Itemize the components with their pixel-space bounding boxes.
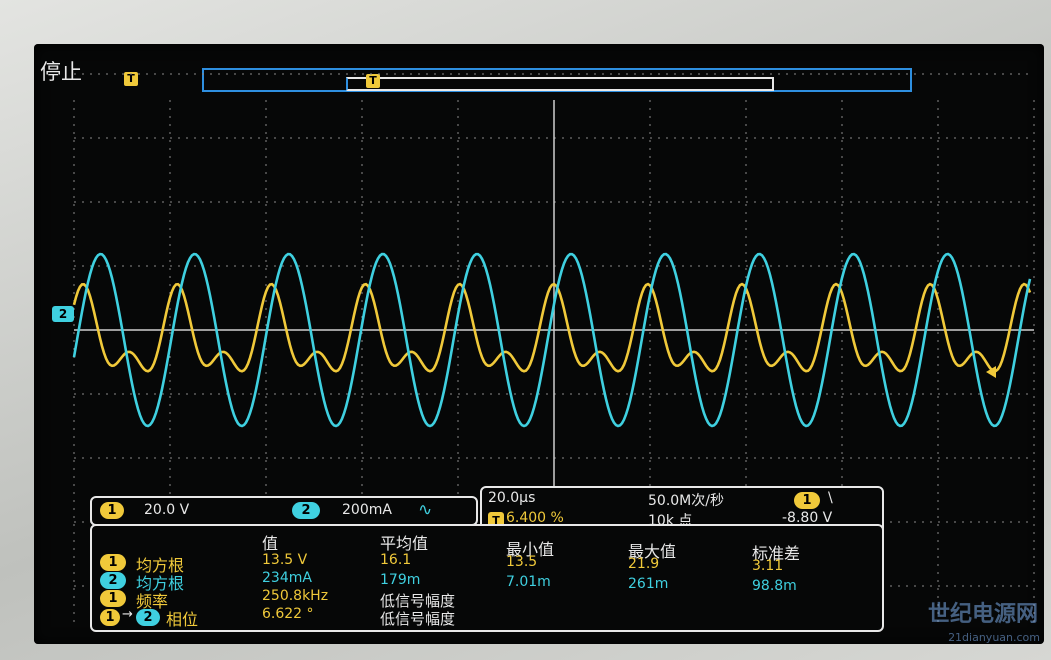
header-value: 值 [262,534,279,553]
row4-label: 相位 [166,610,199,629]
row4-value: 6.622 ° [262,606,314,622]
ch1-badge: 1 [100,502,124,519]
row1-value: 13.5 V [262,552,308,568]
trigger-slope-icon: \ [828,490,833,506]
trigger-level-marker [986,366,996,378]
row1-stddev: 3.11 [752,558,784,574]
row3-value: 250.8kHz [262,588,329,604]
row4-badge2: 2 [136,609,160,626]
channel-scale-box[interactable]: 1 20.0 V 2 200mA ∿ [90,496,478,526]
coupling-icon: ∿ [418,500,433,520]
ch2-badge: 2 [292,502,320,519]
row2-value: 234mA [262,570,312,586]
row2-stddev: 98.8m [752,578,797,594]
row1-min: 13.5 [506,554,538,570]
timebase-value: 20.0µs [488,490,536,506]
row1-mean: 16.1 [380,552,412,568]
watermark-url: 21dianyuan.com [948,631,1040,644]
header-mean: 平均值 [380,534,429,553]
row2-min: 7.01m [506,574,551,590]
measurement-panel[interactable]: 值 平均值 最小值 最大值 标准差 1 均方根 13.5 V 16.1 13.5… [90,524,884,632]
row1-max: 21.9 [628,556,660,572]
oscilloscope-screen: 停止 T T 2 1 20.0 V 2 200mA ∿ 20.0µs T 6.4… [34,44,1044,644]
row4-badge: 1 [100,609,120,626]
ch1-scale: 20.0 V [144,502,190,518]
row2-mean: 179m [380,572,421,588]
ch2-scale: 200mA [342,502,392,518]
trigger-channel-badge: 1 [794,492,820,509]
ch1-waveform [72,282,1032,373]
row4-mean: 低信号幅度 [380,610,456,628]
row2-max: 261m [628,576,669,592]
ch2-ground-marker: 2 [52,306,74,322]
row1-badge: 1 [100,554,126,571]
row4-arrow-icon: → [122,607,133,622]
sample-rate: 50.0M次/秒 [648,493,724,509]
watermark-logo: 世纪电源网 [927,602,1038,627]
row3-badge: 1 [100,590,126,607]
row2-badge: 2 [100,572,126,589]
ch2-waveform [72,252,1032,428]
